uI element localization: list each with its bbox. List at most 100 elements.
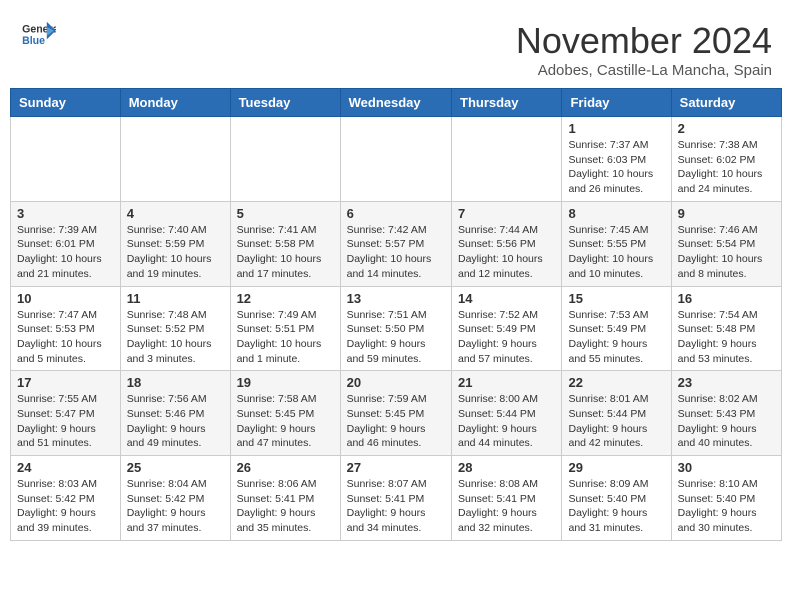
calendar-cell: 20 Sunrise: 7:59 AM Sunset: 5:45 PM Dayli… (340, 371, 451, 456)
calendar-cell: 15 Sunrise: 7:53 AM Sunset: 5:49 PM Dayli… (562, 286, 671, 371)
day-number: 24 (17, 460, 114, 475)
calendar-cell: 23 Sunrise: 8:02 AM Sunset: 5:43 PM Dayli… (671, 371, 781, 456)
day-number: 14 (458, 291, 555, 306)
calendar-cell: 22 Sunrise: 8:01 AM Sunset: 5:44 PM Dayli… (562, 371, 671, 456)
day-number: 20 (347, 375, 445, 390)
day-number: 22 (568, 375, 664, 390)
calendar-table: SundayMondayTuesdayWednesdayThursdayFrid… (10, 88, 782, 541)
day-number: 28 (458, 460, 555, 475)
day-info: Sunrise: 8:10 AM Sunset: 5:40 PM Dayligh… (678, 477, 775, 536)
day-info: Sunrise: 7:37 AM Sunset: 6:03 PM Dayligh… (568, 138, 664, 197)
calendar-cell: 6 Sunrise: 7:42 AM Sunset: 5:57 PM Daylig… (340, 201, 451, 286)
day-info: Sunrise: 8:06 AM Sunset: 5:41 PM Dayligh… (237, 477, 334, 536)
calendar-week-1: 1 Sunrise: 7:37 AM Sunset: 6:03 PM Daylig… (11, 117, 782, 202)
day-info: Sunrise: 7:45 AM Sunset: 5:55 PM Dayligh… (568, 223, 664, 282)
title-block: November 2024 Adobes, Castille-La Mancha… (516, 20, 772, 79)
day-number: 2 (678, 121, 775, 136)
calendar-cell: 30 Sunrise: 8:10 AM Sunset: 5:40 PM Dayli… (671, 456, 781, 541)
day-info: Sunrise: 7:56 AM Sunset: 5:46 PM Dayligh… (127, 392, 224, 451)
calendar-cell: 3 Sunrise: 7:39 AM Sunset: 6:01 PM Daylig… (11, 201, 121, 286)
day-number: 3 (17, 206, 114, 221)
calendar-cell: 25 Sunrise: 8:04 AM Sunset: 5:42 PM Dayli… (120, 456, 230, 541)
calendar-cell: 21 Sunrise: 8:00 AM Sunset: 5:44 PM Dayli… (452, 371, 562, 456)
day-number: 12 (237, 291, 334, 306)
calendar-week-5: 24 Sunrise: 8:03 AM Sunset: 5:42 PM Dayli… (11, 456, 782, 541)
day-number: 27 (347, 460, 445, 475)
day-info: Sunrise: 8:00 AM Sunset: 5:44 PM Dayligh… (458, 392, 555, 451)
day-info: Sunrise: 8:07 AM Sunset: 5:41 PM Dayligh… (347, 477, 445, 536)
day-info: Sunrise: 7:48 AM Sunset: 5:52 PM Dayligh… (127, 308, 224, 367)
calendar-cell: 17 Sunrise: 7:55 AM Sunset: 5:47 PM Dayli… (11, 371, 121, 456)
calendar-cell (120, 117, 230, 202)
day-number: 19 (237, 375, 334, 390)
calendar-cell: 2 Sunrise: 7:38 AM Sunset: 6:02 PM Daylig… (671, 117, 781, 202)
calendar-cell: 4 Sunrise: 7:40 AM Sunset: 5:59 PM Daylig… (120, 201, 230, 286)
day-number: 13 (347, 291, 445, 306)
calendar-week-3: 10Sunrise: 7:47 AM Sunset: 5:53 PM Dayli… (11, 286, 782, 371)
calendar-cell: 24 Sunrise: 8:03 AM Sunset: 5:42 PM Dayli… (11, 456, 121, 541)
weekday-header-friday: Friday (562, 89, 671, 117)
day-info: Sunrise: 8:04 AM Sunset: 5:42 PM Dayligh… (127, 477, 224, 536)
day-info: Sunrise: 8:01 AM Sunset: 5:44 PM Dayligh… (568, 392, 664, 451)
weekday-header-thursday: Thursday (452, 89, 562, 117)
calendar-cell: 7 Sunrise: 7:44 AM Sunset: 5:56 PM Daylig… (452, 201, 562, 286)
day-number: 15 (568, 291, 664, 306)
day-info: Sunrise: 7:44 AM Sunset: 5:56 PM Dayligh… (458, 223, 555, 282)
day-info: Sunrise: 7:53 AM Sunset: 5:49 PM Dayligh… (568, 308, 664, 367)
calendar-cell: 5Sunrise: 7:41 AM Sunset: 5:58 PM Daylig… (230, 201, 340, 286)
calendar-cell: 27 Sunrise: 8:07 AM Sunset: 5:41 PM Dayli… (340, 456, 451, 541)
page-header: General Blue November 2024 Adobes, Casti… (10, 10, 782, 84)
month-title: November 2024 (516, 20, 772, 62)
calendar-cell: 10Sunrise: 7:47 AM Sunset: 5:53 PM Dayli… (11, 286, 121, 371)
calendar-cell (340, 117, 451, 202)
weekday-header-tuesday: Tuesday (230, 89, 340, 117)
calendar-cell: 28 Sunrise: 8:08 AM Sunset: 5:41 PM Dayli… (452, 456, 562, 541)
day-number: 11 (127, 291, 224, 306)
calendar-cell: 1 Sunrise: 7:37 AM Sunset: 6:03 PM Daylig… (562, 117, 671, 202)
svg-text:Blue: Blue (22, 35, 45, 47)
day-info: Sunrise: 7:38 AM Sunset: 6:02 PM Dayligh… (678, 138, 775, 197)
weekday-header-saturday: Saturday (671, 89, 781, 117)
calendar-cell: 18Sunrise: 7:56 AM Sunset: 5:46 PM Dayli… (120, 371, 230, 456)
day-info: Sunrise: 7:55 AM Sunset: 5:47 PM Dayligh… (17, 392, 114, 451)
day-number: 30 (678, 460, 775, 475)
day-info: Sunrise: 8:09 AM Sunset: 5:40 PM Dayligh… (568, 477, 664, 536)
day-number: 16 (678, 291, 775, 306)
day-number: 25 (127, 460, 224, 475)
calendar-cell: 26 Sunrise: 8:06 AM Sunset: 5:41 PM Dayli… (230, 456, 340, 541)
day-info: Sunrise: 7:49 AM Sunset: 5:51 PM Dayligh… (237, 308, 334, 367)
day-info: Sunrise: 7:40 AM Sunset: 5:59 PM Dayligh… (127, 223, 224, 282)
calendar-cell: 12 Sunrise: 7:49 AM Sunset: 5:51 PM Dayli… (230, 286, 340, 371)
logo-icon: General Blue (20, 20, 56, 50)
day-number: 7 (458, 206, 555, 221)
day-number: 26 (237, 460, 334, 475)
day-number: 29 (568, 460, 664, 475)
day-info: Sunrise: 7:41 AM Sunset: 5:58 PM Dayligh… (237, 223, 334, 282)
day-number: 17 (17, 375, 114, 390)
day-number: 23 (678, 375, 775, 390)
day-info: Sunrise: 7:46 AM Sunset: 5:54 PM Dayligh… (678, 223, 775, 282)
day-info: Sunrise: 8:08 AM Sunset: 5:41 PM Dayligh… (458, 477, 555, 536)
calendar-header-row: SundayMondayTuesdayWednesdayThursdayFrid… (11, 89, 782, 117)
day-info: Sunrise: 7:47 AM Sunset: 5:53 PM Dayligh… (17, 308, 114, 367)
location: Adobes, Castille-La Mancha, Spain (516, 62, 772, 79)
day-info: Sunrise: 7:39 AM Sunset: 6:01 PM Dayligh… (17, 223, 114, 282)
day-number: 6 (347, 206, 445, 221)
day-info: Sunrise: 7:52 AM Sunset: 5:49 PM Dayligh… (458, 308, 555, 367)
day-number: 4 (127, 206, 224, 221)
calendar-cell: 16Sunrise: 7:54 AM Sunset: 5:48 PM Dayli… (671, 286, 781, 371)
weekday-header-wednesday: Wednesday (340, 89, 451, 117)
calendar-cell (11, 117, 121, 202)
day-info: Sunrise: 8:03 AM Sunset: 5:42 PM Dayligh… (17, 477, 114, 536)
day-number: 9 (678, 206, 775, 221)
day-info: Sunrise: 7:42 AM Sunset: 5:57 PM Dayligh… (347, 223, 445, 282)
day-number: 1 (568, 121, 664, 136)
day-info: Sunrise: 8:02 AM Sunset: 5:43 PM Dayligh… (678, 392, 775, 451)
calendar-cell: 29 Sunrise: 8:09 AM Sunset: 5:40 PM Dayli… (562, 456, 671, 541)
calendar-cell (230, 117, 340, 202)
day-info: Sunrise: 7:58 AM Sunset: 5:45 PM Dayligh… (237, 392, 334, 451)
day-info: Sunrise: 7:59 AM Sunset: 5:45 PM Dayligh… (347, 392, 445, 451)
day-number: 21 (458, 375, 555, 390)
calendar-cell: 14 Sunrise: 7:52 AM Sunset: 5:49 PM Dayli… (452, 286, 562, 371)
weekday-header-monday: Monday (120, 89, 230, 117)
